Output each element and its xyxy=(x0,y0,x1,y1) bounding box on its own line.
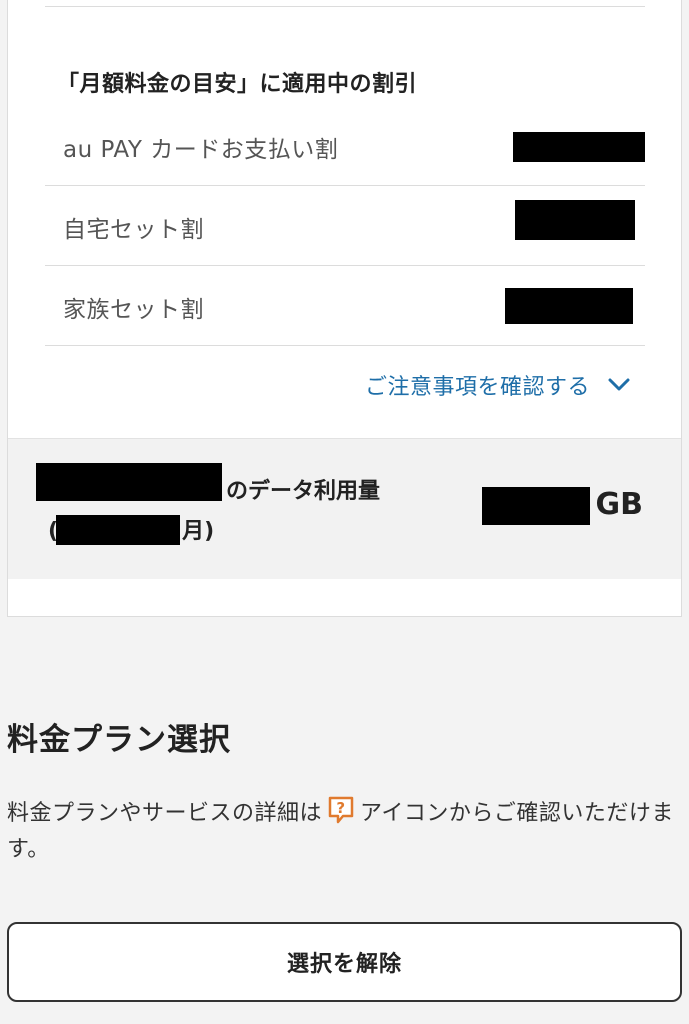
notes-link-label: ご注意事項を確認する xyxy=(365,375,591,400)
discounts-heading: 「月額料金の目安」に適用中の割引 xyxy=(57,72,418,97)
page: 「月額料金の目安」に適用中の割引 au PAY カードお支払い割 自宅セット割 … xyxy=(0,0,689,1024)
clear-selection-button[interactable]: 選択を解除 xyxy=(7,922,682,1002)
divider xyxy=(45,6,645,7)
discount-row: 家族セット割 xyxy=(45,266,645,346)
redacted-amount xyxy=(515,200,635,240)
discount-label: au PAY カードお支払い割 xyxy=(63,137,339,163)
discount-label: 自宅セット割 xyxy=(63,217,204,243)
pricing-summary-card: 「月額料金の目安」に適用中の割引 au PAY カードお支払い割 自宅セット割 … xyxy=(7,0,682,617)
notes-toggle-link[interactable]: ご注意事項を確認する xyxy=(365,368,632,402)
svg-text:?: ? xyxy=(336,799,345,817)
question-bubble-icon: ? xyxy=(328,796,354,824)
redacted-period xyxy=(36,463,222,501)
desc-before-icon: 料金プランやサービスの詳細は xyxy=(7,801,323,826)
plan-select-title: 料金プラン選択 xyxy=(7,722,231,758)
redacted-usage-amount xyxy=(482,487,590,525)
discount-list: au PAY カードお支払い割 自宅セット割 家族セット割 xyxy=(45,106,645,346)
data-usage-section: のデータ利用量 (月) GB xyxy=(8,438,681,579)
redacted-period-date xyxy=(56,515,180,545)
usage-label: のデータ利用量 xyxy=(226,479,381,504)
discount-label: 家族セット割 xyxy=(63,297,204,323)
usage-period-close: 月) xyxy=(182,519,215,544)
discount-row: au PAY カードお支払い割 xyxy=(45,106,645,186)
discount-row: 自宅セット割 xyxy=(45,186,645,266)
plan-select-description: 料金プランやサービスの詳細は ? アイコンからご確認いただけます。 xyxy=(7,796,677,868)
redacted-amount xyxy=(513,132,645,162)
usage-unit: GB xyxy=(595,487,644,522)
chevron-down-icon xyxy=(606,372,632,398)
redacted-amount xyxy=(505,288,633,324)
